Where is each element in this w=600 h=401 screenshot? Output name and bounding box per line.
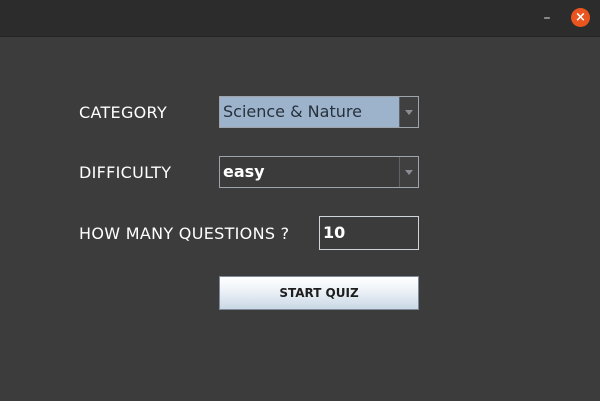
category-dropdown-arrow[interactable] xyxy=(399,97,418,127)
question-count-label: HOW MANY QUESTIONS ? xyxy=(79,224,290,243)
start-quiz-button[interactable]: START QUIZ xyxy=(219,276,419,310)
quiz-settings-panel: CATEGORY Science & Nature DIFFICULTY eas… xyxy=(0,37,600,401)
minimize-button[interactable]: – xyxy=(538,10,556,26)
difficulty-dropdown-arrow[interactable] xyxy=(399,157,418,187)
difficulty-label: DIFFICULTY xyxy=(79,163,172,182)
question-count-input[interactable]: 10 xyxy=(319,216,419,250)
window-titlebar: – × xyxy=(0,0,600,37)
difficulty-dropdown[interactable]: easy xyxy=(219,156,419,188)
category-dropdown[interactable]: Science & Nature xyxy=(219,96,419,128)
category-selected-value: Science & Nature xyxy=(220,97,399,127)
category-label: CATEGORY xyxy=(79,103,168,122)
difficulty-selected-value: easy xyxy=(223,162,265,181)
close-button[interactable]: × xyxy=(571,8,590,27)
